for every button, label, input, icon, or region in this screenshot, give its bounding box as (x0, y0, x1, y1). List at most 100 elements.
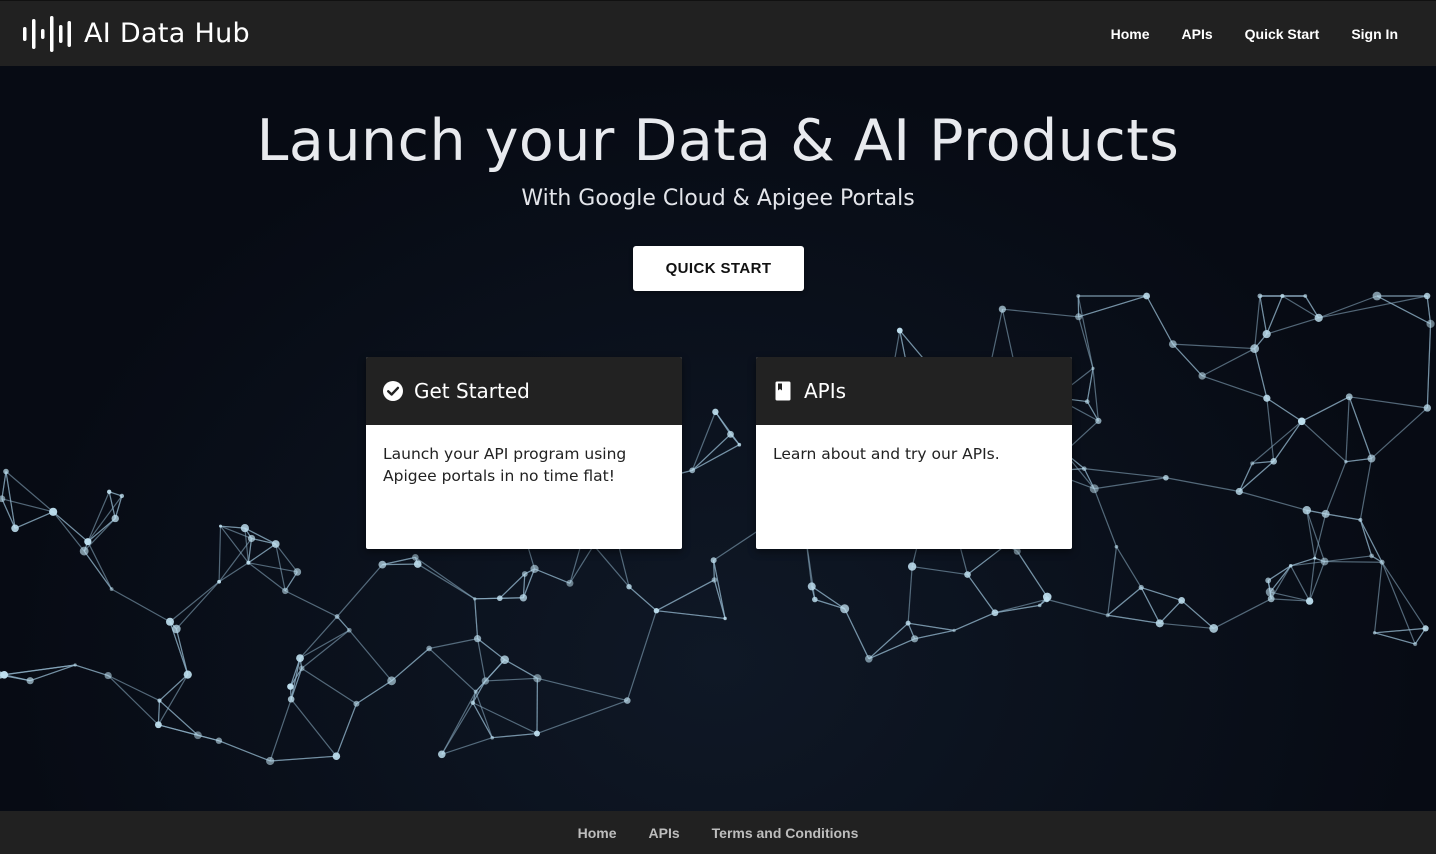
network-line (248, 562, 286, 592)
network-line (169, 581, 220, 623)
network-node (240, 524, 249, 533)
network-line (1325, 461, 1347, 515)
network-line (1371, 407, 1428, 459)
network-line (1146, 295, 1174, 345)
network-line (475, 659, 506, 693)
network-node (183, 670, 192, 679)
network-line (159, 674, 189, 702)
network-node (533, 674, 542, 683)
footer-link-apis[interactable]: APIs (633, 819, 696, 847)
network-line (107, 675, 160, 702)
network-node (1280, 293, 1285, 299)
network-node (964, 571, 971, 578)
nav-sign-in[interactable]: Sign In (1335, 18, 1414, 50)
book-icon (775, 381, 791, 401)
brand-name: AI Data Hub (84, 18, 250, 49)
network-line (269, 699, 292, 762)
network-node (1372, 631, 1377, 635)
network-line (218, 526, 222, 582)
network-node (1320, 557, 1329, 566)
network-line (83, 550, 113, 590)
card-header: APIs (756, 357, 1072, 425)
network-node (1305, 597, 1314, 605)
network-line (348, 629, 393, 682)
network-node (481, 677, 490, 685)
network-line (1115, 546, 1142, 588)
network-line (1254, 348, 1268, 399)
network-node (1198, 372, 1206, 380)
network-line (868, 638, 915, 660)
network-line (472, 702, 538, 735)
network-node (438, 750, 446, 759)
network-node (710, 557, 717, 564)
network-line (536, 699, 628, 735)
network-line (157, 674, 189, 726)
nav-quick-start[interactable]: Quick Start (1229, 18, 1336, 50)
network-node (353, 700, 360, 707)
network-line (1159, 622, 1214, 630)
network-line (1172, 343, 1255, 350)
network-node (1297, 417, 1306, 426)
card-apis[interactable]: APIs Learn about and try our APIs. (756, 357, 1072, 549)
network-node (1369, 553, 1374, 559)
network-line (1349, 396, 1428, 409)
network-line (299, 616, 338, 659)
card-title: Get Started (414, 379, 530, 403)
network-node (712, 408, 719, 416)
network-line (912, 565, 968, 576)
network-line (382, 563, 418, 566)
network-node (500, 655, 509, 664)
network-node (1314, 313, 1323, 323)
network-node (840, 604, 850, 614)
network-line (1266, 398, 1275, 462)
network-node (334, 614, 340, 619)
network-node (521, 571, 528, 577)
footer-link-home[interactable]: Home (562, 819, 633, 847)
network-line (1107, 614, 1160, 624)
network-node (1345, 393, 1353, 401)
network-node (1084, 399, 1090, 404)
network-node (0, 670, 9, 679)
network-line (1269, 565, 1292, 593)
card-get-started[interactable]: Get Started Launch your API program usin… (366, 357, 682, 549)
hero-section: Launch your Data & AI Products With Goog… (0, 66, 1436, 811)
network-line (1107, 546, 1118, 616)
network-node (1263, 394, 1271, 402)
network-node (332, 752, 341, 760)
network-line (1201, 348, 1255, 377)
network-line (1345, 396, 1350, 462)
network-node (246, 560, 251, 565)
network-line (656, 610, 726, 620)
network-line (1238, 463, 1253, 492)
nav-home[interactable]: Home (1095, 18, 1166, 50)
network-line (1266, 317, 1319, 335)
network-node (991, 609, 999, 617)
network-line (1267, 565, 1292, 581)
brand[interactable]: AI Data Hub (22, 15, 250, 53)
network-node (519, 594, 528, 602)
network-line (1325, 513, 1361, 521)
network-line (1078, 295, 1147, 318)
footer-link-terms[interactable]: Terms and Conditions (696, 819, 875, 847)
network-node (711, 577, 718, 583)
network-node (172, 624, 181, 634)
nav-apis[interactable]: APIs (1166, 18, 1229, 50)
network-line (1002, 308, 1079, 318)
network-line (157, 700, 161, 725)
network-node (812, 596, 818, 603)
network-node (1138, 584, 1144, 591)
network-node (293, 568, 302, 576)
network-node (865, 655, 873, 663)
network-line (1314, 513, 1327, 559)
network-node (1095, 417, 1102, 424)
network-node (1114, 544, 1119, 549)
network-line (1318, 295, 1428, 319)
quick-start-button[interactable]: QUICK START (633, 246, 804, 291)
network-node (11, 524, 19, 533)
network-line (534, 568, 571, 584)
network-node (0, 495, 6, 503)
network-node (807, 582, 816, 591)
network-node (1081, 466, 1087, 471)
network-line (14, 511, 54, 529)
network-node (106, 489, 112, 495)
